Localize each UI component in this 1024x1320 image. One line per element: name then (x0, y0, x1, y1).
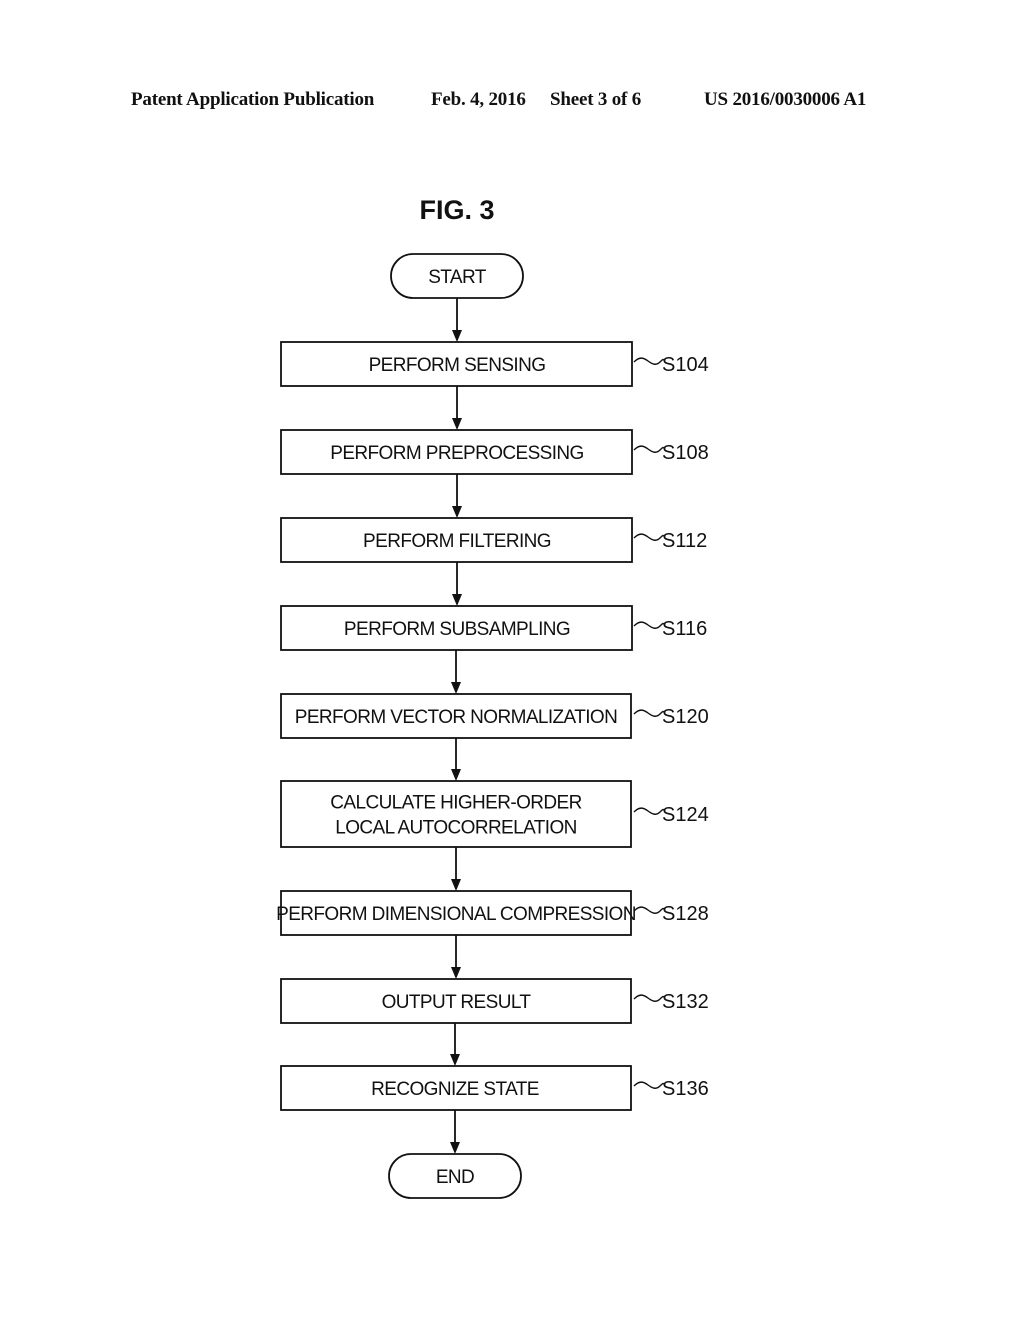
flow-arrow (450, 1110, 460, 1154)
start-terminal-label: START (428, 267, 487, 288)
process-step-s124: CALCULATE HIGHER-ORDER LOCAL AUTOCORRELAT… (280, 780, 709, 848)
step-id-label: S132 (662, 991, 709, 1013)
arrowhead-icon (451, 879, 461, 891)
leader-tilde-icon (633, 709, 665, 717)
leader-tilde-icon (633, 533, 665, 541)
step-id-label: S124 (662, 804, 709, 826)
process-step-s136: RECOGNIZE STATE S136 (280, 1065, 709, 1111)
arrowhead-icon (452, 506, 462, 518)
end-terminal: END (388, 1153, 522, 1199)
arrowhead-icon (452, 594, 462, 606)
step-id-label: S116 (662, 618, 707, 640)
process-step-text: PERFORM SUBSAMPLING (344, 619, 570, 640)
process-step-s120: PERFORM VECTOR NORMALIZATION S120 (280, 693, 709, 739)
process-step-text: PERFORM FILTERING (363, 531, 551, 552)
flow-arrow (450, 1023, 460, 1066)
step-id-label: S128 (662, 903, 709, 925)
process-step-s128: PERFORM DIMENSIONAL COMPRESSION S128 (276, 890, 709, 936)
process-step-s112: PERFORM FILTERING S112 (280, 517, 707, 563)
process-step-text: OUTPUT RESULT (382, 992, 532, 1013)
arrowhead-icon (450, 1142, 460, 1154)
process-step-text: CALCULATE HIGHER-ORDER (330, 793, 581, 814)
leader-tilde-icon (633, 621, 665, 629)
flow-arrow (452, 562, 462, 606)
arrowhead-icon (451, 682, 461, 694)
step-id-label: S104 (662, 354, 709, 376)
leader-tilde-icon (633, 994, 665, 1002)
flowchart: START PERFORM SENSING S104 PERFORM PREPROCE… (276, 253, 709, 1199)
arrowhead-icon (452, 418, 462, 430)
start-terminal: START (390, 253, 524, 299)
arrowhead-icon (451, 769, 461, 781)
leader-tilde-icon (633, 807, 665, 815)
process-step-text: PERFORM SENSING (369, 355, 546, 376)
leader-tilde-icon (633, 906, 665, 914)
step-id-label: S120 (662, 706, 709, 728)
step-id-label: S108 (662, 442, 709, 464)
leader-tilde-icon (633, 445, 665, 453)
step-id-label: S136 (662, 1078, 709, 1100)
process-step-text: LOCAL AUTOCORRELATION (335, 818, 577, 839)
process-step-text: RECOGNIZE STATE (371, 1079, 539, 1100)
process-step-text: PERFORM PREPROCESSING (330, 443, 583, 464)
flowchart-nodes: START PERFORM SENSING S104 PERFORM PREPROCE… (276, 253, 709, 1199)
flow-arrow (451, 935, 461, 979)
flow-arrow (451, 847, 461, 891)
process-step-s108: PERFORM PREPROCESSING S108 (280, 429, 709, 475)
process-step-s104: PERFORM SENSING S104 (280, 341, 709, 387)
arrowhead-icon (451, 967, 461, 979)
process-step-s132: OUTPUT RESULT S132 (280, 978, 709, 1024)
flow-arrow (451, 650, 461, 694)
leader-tilde-icon (633, 1081, 665, 1089)
process-step-s116: PERFORM SUBSAMPLING S116 (280, 605, 707, 651)
process-step-text: PERFORM DIMENSIONAL COMPRESSION (276, 904, 636, 925)
end-terminal-label: END (436, 1167, 474, 1188)
leader-tilde-icon (633, 357, 665, 365)
arrowhead-icon (450, 1054, 460, 1066)
flow-arrow (452, 386, 462, 430)
process-step-text: PERFORM VECTOR NORMALIZATION (295, 707, 617, 728)
step-id-label: S112 (662, 530, 707, 552)
flow-arrow (452, 474, 462, 518)
flow-arrow (451, 738, 461, 781)
arrowhead-icon (452, 330, 462, 342)
flow-arrow (452, 298, 462, 342)
